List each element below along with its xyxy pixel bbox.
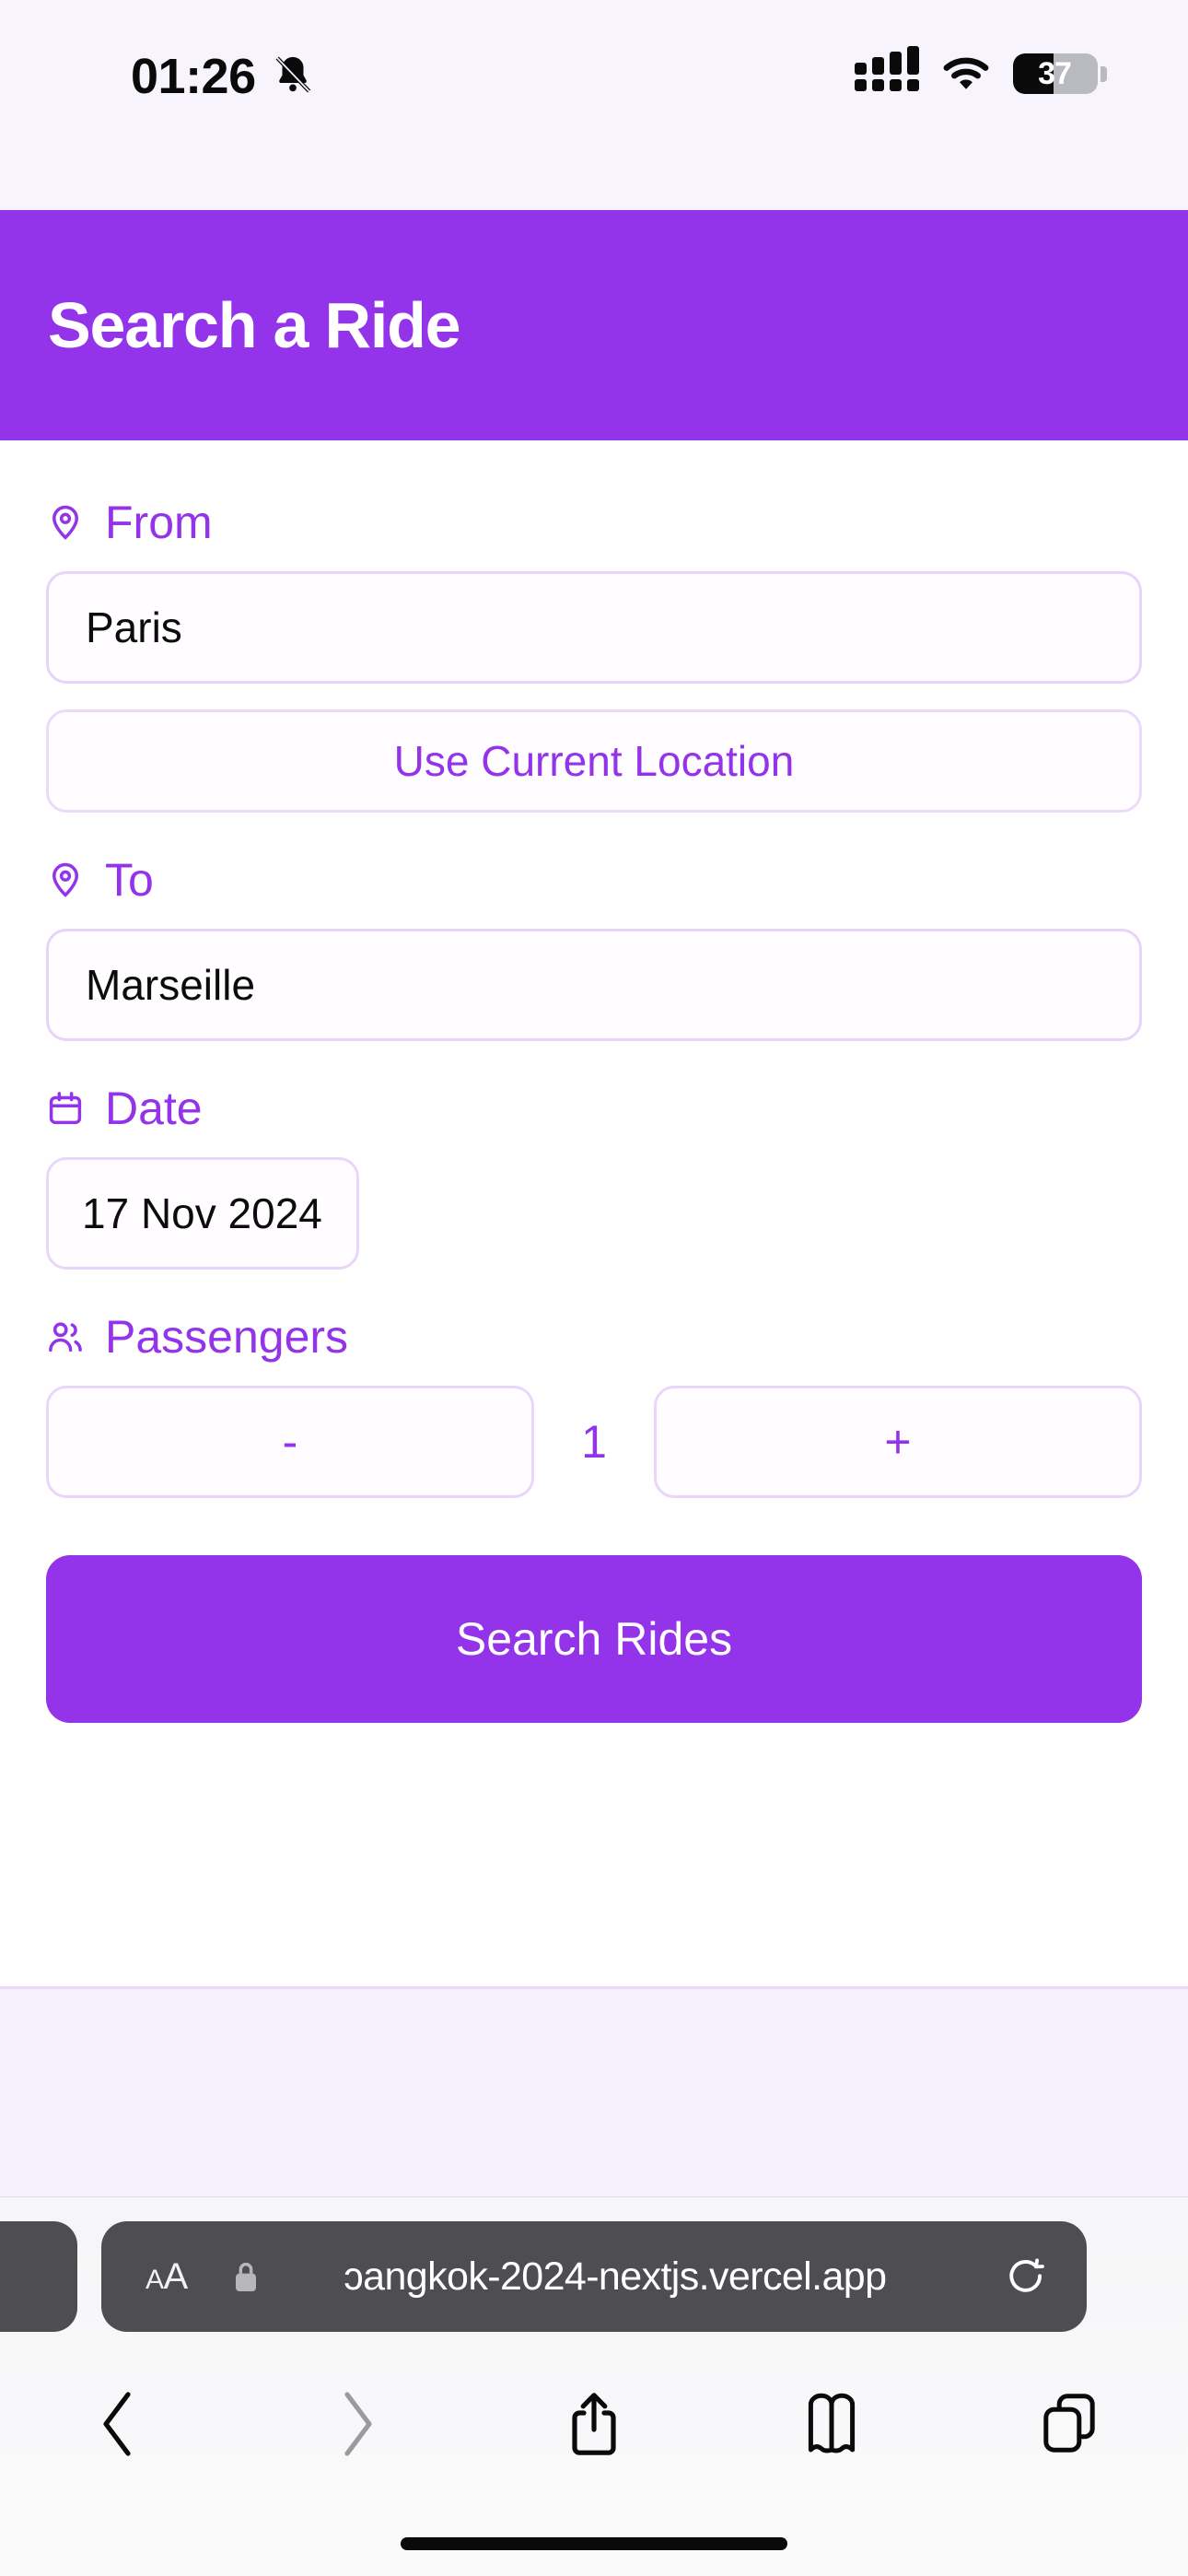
chevron-right-icon [344,2392,372,2456]
bookmarks-button[interactable] [713,2393,950,2455]
from-label: From [105,497,213,548]
adjacent-tab-pill[interactable] [0,2221,77,2332]
app-header: Search a Ride [0,210,1188,440]
battery-indicator: 37 [1013,53,1107,94]
from-input[interactable]: Paris [46,571,1142,684]
date-label: Date [105,1083,203,1134]
chevron-left-icon [103,2392,131,2456]
calendar-icon [49,1092,82,1125]
wifi-icon [943,57,989,89]
map-pin-icon [52,505,79,540]
to-input[interactable]: Marseille [46,929,1142,1041]
browser-chrome: AAAA ɔangkok-2024-nextjs.vercel.app [0,2196,1188,2576]
date-input[interactable]: 17 Nov 2024 [46,1157,359,1270]
passengers-stepper: - 1 + [46,1386,1142,1498]
bell-slash-icon [275,56,311,93]
passengers-increment-button[interactable]: + [654,1386,1142,1498]
status-bar-indicators: 37 [855,46,1107,94]
share-button[interactable] [475,2391,713,2457]
to-label-row: To [46,853,1142,907]
date-label-row: Date [46,1082,1142,1135]
back-button[interactable] [0,2391,238,2457]
text-size-button[interactable]: AAAA [146,2256,188,2298]
reload-icon[interactable] [1006,2254,1046,2299]
users-icon [49,1322,82,1352]
phone-screen: 01:26 37 Search a Ride From Paris Use Cu… [0,0,1188,2576]
map-pin-icon [52,862,79,897]
passengers-decrement-button[interactable]: - [46,1386,534,1498]
passengers-label: Passengers [105,1311,349,1363]
browser-toolbar [0,2359,1188,2488]
tabs-button[interactable] [950,2392,1188,2456]
passengers-label-row: Passengers [46,1310,1142,1364]
tabs-icon [1043,2394,1095,2453]
use-current-location-button[interactable]: Use Current Location [46,709,1142,813]
battery-percent-label: 37 [1038,55,1072,91]
lock-icon [235,2263,256,2291]
to-label: To [105,854,154,906]
home-indicator [401,2537,787,2550]
url-bar[interactable]: AAAA ɔangkok-2024-nextjs.vercel.app [101,2221,1087,2332]
status-bar: 01:26 37 [0,0,1188,210]
page-footer-area [0,1986,1188,2196]
status-bar-clock: 01:26 [131,49,256,104]
cellular-signal-icon [855,46,919,91]
search-form: From Paris Use Current Location To Marse… [0,440,1188,1986]
battery-tip [1101,65,1107,82]
page-title: Search a Ride [48,289,461,361]
from-label-row: From [46,496,1142,549]
share-icon [572,2393,616,2455]
book-icon [808,2393,856,2453]
search-rides-button[interactable]: Search Rides [46,1555,1142,1723]
passengers-count: 1 [581,1416,607,1468]
url-text[interactable]: ɔangkok-2024-nextjs.vercel.app [260,2254,1006,2300]
forward-button[interactable] [238,2391,475,2457]
